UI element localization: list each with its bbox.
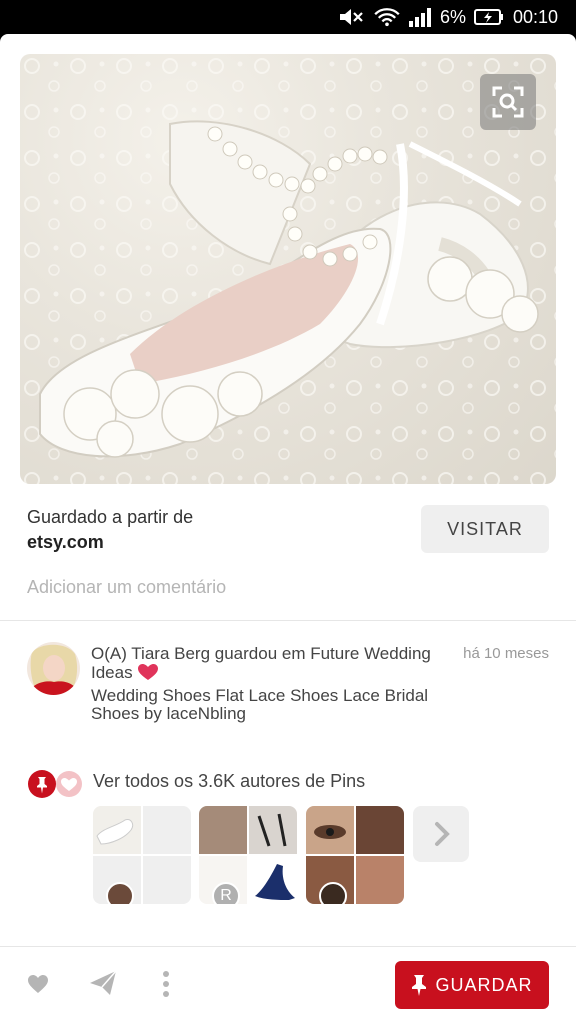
more-options-icon[interactable]: [158, 969, 174, 999]
view-all-pinners-link[interactable]: Ver todos os 3.6K autores de Pins: [93, 771, 365, 792]
save-button[interactable]: GUARDAR: [395, 961, 549, 1009]
like-heart-icon[interactable]: [26, 972, 50, 996]
saved-from-label: Guardado a partir de: [27, 507, 194, 527]
pin-heart-icon: [28, 770, 82, 798]
board-owner-avatar: [106, 882, 134, 904]
pin-icon: [412, 975, 427, 996]
clock: 00:10: [513, 7, 559, 27]
heart-icon: [138, 664, 159, 680]
visual-search-button[interactable]: [480, 74, 536, 130]
pin-description: Wedding Shoes Flat Lace Shoes Lace Brida…: [91, 686, 429, 723]
mute-icon: [340, 9, 363, 25]
battery-percent: 6%: [440, 7, 467, 27]
heel-thumbnail: [257, 813, 287, 847]
pinners-icon-group: [27, 769, 85, 799]
chevron-right-icon: [435, 822, 450, 846]
send-icon[interactable]: [88, 969, 118, 997]
avatar[interactable]: [27, 642, 80, 695]
eye-makeup-thumbnail: [314, 825, 346, 839]
source-site-link[interactable]: etsy.com: [27, 532, 104, 553]
blue-heel-thumbnail: [255, 864, 295, 900]
board-tile: [93, 806, 141, 854]
shoe-thumbnail: [96, 819, 134, 845]
visit-button[interactable]: VISITAR: [421, 505, 549, 553]
board-tile: [249, 806, 297, 854]
board-tile: [306, 806, 354, 854]
shoe-photo-illustration: [20, 54, 556, 484]
comment-input[interactable]: Adicionar um comentário: [27, 577, 226, 598]
pin-card: Guardado a partir de etsy.com VISITAR Ad…: [0, 34, 576, 1024]
save-button-label: GUARDAR: [435, 974, 533, 995]
board-owner-avatar: [319, 882, 347, 904]
activity-text: O(A) Tiara Berg guardou em Future Weddin…: [91, 645, 441, 682]
battery-charging-icon: [474, 9, 503, 25]
divider: [0, 946, 576, 947]
board-tile: [356, 856, 404, 904]
status-bar: 6% 00:10: [0, 0, 576, 34]
board-thumbnail[interactable]: [306, 806, 404, 904]
wifi-icon: [374, 8, 400, 27]
visual-search-icon: [492, 86, 524, 118]
signal-icon: [409, 8, 431, 27]
board-tile: [249, 856, 297, 904]
activity-timestamp: há 10 meses: [463, 645, 549, 662]
board-owner-badge: R: [212, 882, 240, 904]
divider: [0, 620, 576, 621]
pin-image[interactable]: [20, 54, 556, 484]
user-avatar-image: [27, 642, 80, 695]
more-boards-button[interactable]: [413, 806, 469, 862]
board-thumbnail[interactable]: [93, 806, 191, 904]
board-tile: [143, 806, 191, 854]
board-tile: [356, 806, 404, 854]
board-tile: [199, 806, 247, 854]
board-tile: [143, 856, 191, 904]
board-thumbnail[interactable]: R: [199, 806, 297, 904]
